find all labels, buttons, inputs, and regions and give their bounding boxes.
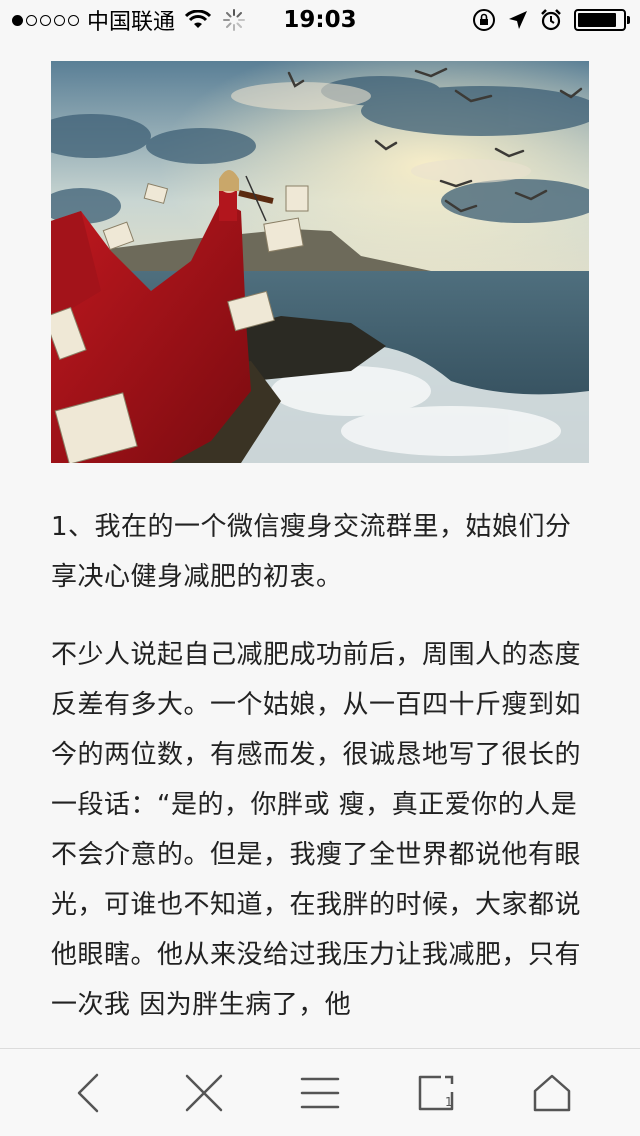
menu-button[interactable] — [290, 1063, 350, 1123]
violinist-red-dress-sea-photo — [51, 61, 589, 463]
status-right — [472, 0, 630, 40]
alarm-icon — [541, 9, 561, 31]
battery-icon — [574, 9, 630, 31]
article-paragraph-1: 1、我在的一个微信瘦身交流群里，姑娘们分享决心健身减肥的初衷。 — [51, 512, 572, 592]
tabs-button[interactable]: 1 — [406, 1063, 466, 1123]
browser-toolbar: 1 — [0, 1048, 640, 1136]
article-hero-image — [51, 61, 589, 463]
orientation-lock-icon — [473, 9, 495, 31]
close-button[interactable] — [174, 1063, 234, 1123]
svg-text:1: 1 — [445, 1095, 453, 1109]
home-button[interactable] — [522, 1063, 582, 1123]
status-bar: 中国联通 19:03 — [0, 0, 640, 40]
tabs-icon: 1 — [418, 1075, 454, 1110]
menu-icon — [300, 1077, 340, 1108]
article-paragraph-2: 不少人说起自己减肥成功前后，周围人的态度反差有多大。一个姑娘，从一百四十斤瘦到如… — [51, 640, 582, 1020]
location-arrow-icon — [509, 11, 527, 29]
back-button[interactable] — [58, 1063, 118, 1123]
article-body: 1、我在的一个微信瘦身交流群里，姑娘们分享决心健身减肥的初衷。 不少人说起自己减… — [51, 502, 591, 1030]
home-icon — [533, 1074, 571, 1111]
close-icon — [185, 1074, 223, 1111]
back-icon — [77, 1073, 99, 1112]
